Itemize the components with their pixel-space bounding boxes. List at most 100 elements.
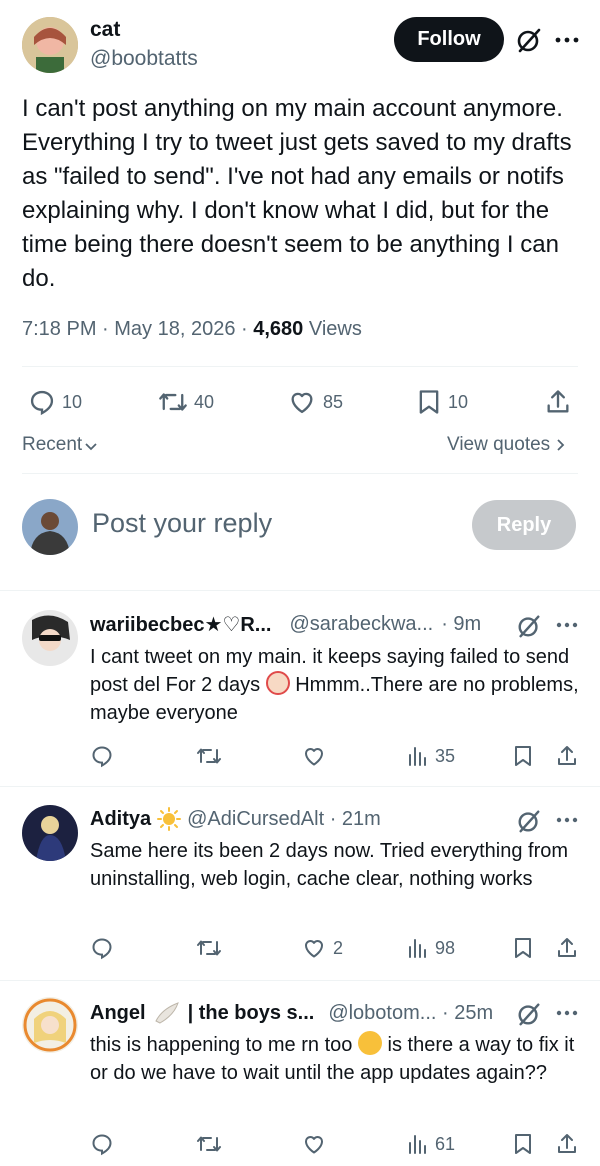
author-name[interactable]: cat [90, 18, 120, 42]
reply-submit-button[interactable]: Reply [472, 500, 576, 550]
reply-button[interactable] [90, 744, 120, 768]
like-stat[interactable]: 85 [287, 388, 343, 416]
reply-header: wariibecbec★♡R... @sarabeckwa... · 9m [90, 612, 481, 637]
like-count: 2 [333, 937, 344, 958]
follow-button[interactable]: Follow [394, 17, 504, 62]
retweet-icon [159, 393, 187, 411]
reply-avatar[interactable] [22, 997, 78, 1053]
grok-icon[interactable] [516, 1001, 542, 1027]
reply-text: this is happening to me rn too is there … [90, 1031, 580, 1087]
reply-text-part: this is happening to me rn too [90, 1034, 358, 1056]
bookmark-stat[interactable]: 10 [416, 388, 468, 416]
reply-author-name[interactable]: Aditya [90, 808, 151, 831]
reply-avatar[interactable] [22, 805, 78, 861]
bookmark-button[interactable] [512, 1132, 540, 1156]
like-button[interactable] [301, 1132, 333, 1156]
retweet-stat[interactable]: 40 [158, 388, 214, 416]
views-icon [409, 747, 426, 766]
tweet-timestamp[interactable]: 7:18 PM · May 18, 2026 · [22, 318, 253, 340]
reply-header: Aditya @AdiCursedAlt · 21m [90, 807, 381, 831]
heart-icon [304, 748, 324, 766]
reply-icon [30, 390, 54, 416]
view-quotes-link[interactable]: View quotes [447, 434, 567, 456]
reply-text: I cant tweet on my main. it keeps saying… [90, 643, 580, 727]
views-count: 61 [435, 1133, 456, 1154]
views-icon [409, 939, 426, 958]
views-button[interactable]: 61 [407, 1133, 455, 1155]
retweet-button[interactable] [196, 936, 228, 960]
reply-button[interactable] [90, 936, 120, 960]
reply-header: Angel | the boys s... @lobotom... · 25m [90, 1001, 493, 1025]
sun-emoji-icon [157, 807, 182, 831]
divider [0, 980, 600, 981]
reply-stat[interactable]: 10 [28, 388, 82, 416]
reply-author-name[interactable]: Angel [90, 1002, 146, 1025]
like-button[interactable] [301, 744, 333, 768]
reply-author-name[interactable]: wariibecbec★♡R... [90, 612, 271, 637]
my-avatar[interactable] [22, 499, 78, 555]
like-button[interactable]: 2 [301, 936, 343, 960]
sort-recent[interactable]: Recent [22, 434, 98, 456]
views-count: 98 [435, 937, 456, 958]
divider [22, 366, 578, 367]
reply-author-handle[interactable]: @sarabeckwa... [289, 613, 433, 636]
heart-icon [291, 392, 313, 414]
author-handle[interactable]: @boobtatts [90, 47, 198, 71]
reply-button[interactable] [90, 1132, 120, 1156]
grok-icon[interactable] [516, 613, 542, 639]
share-button[interactable] [555, 936, 585, 960]
view-quotes-label: View quotes [447, 434, 551, 455]
views-label: Views [303, 318, 362, 340]
bookmark-button[interactable] [512, 744, 540, 768]
views-button[interactable]: 35 [407, 745, 455, 767]
retweet-icon [197, 1136, 221, 1152]
grok-icon[interactable] [515, 26, 543, 54]
reply-icon [92, 1134, 112, 1156]
reply-author-handle[interactable]: @lobotom... · 25m [328, 1002, 493, 1025]
clown-emoji-icon [265, 671, 290, 695]
reply-input[interactable]: Post your reply [92, 508, 272, 539]
more-icon[interactable] [556, 817, 578, 823]
bookmark-button[interactable] [512, 936, 540, 960]
more-icon[interactable] [556, 622, 578, 628]
bookmark-count: 10 [448, 391, 469, 412]
chevron-right-icon [557, 439, 565, 451]
divider [0, 590, 600, 591]
views-icon [409, 1135, 426, 1154]
reply-avatar[interactable] [22, 610, 78, 666]
chevron-down-icon [85, 443, 97, 451]
more-icon[interactable] [556, 1010, 578, 1016]
sort-recent-label: Recent [22, 434, 83, 455]
divider [0, 786, 600, 787]
worried-emoji-icon [357, 1031, 382, 1055]
reply-author-handle[interactable]: @AdiCursedAlt · 21m [187, 808, 381, 831]
heart-icon [304, 940, 324, 958]
reply-time[interactable]: · 9m [441, 613, 481, 636]
share-icon[interactable] [544, 388, 572, 416]
more-icon[interactable] [555, 37, 579, 43]
views-count: 35 [435, 745, 456, 766]
grok-icon[interactable] [516, 808, 542, 834]
wing-emoji-icon [154, 1001, 180, 1025]
share-icon [558, 746, 576, 765]
share-button[interactable] [555, 744, 585, 768]
reply-icon [92, 746, 112, 768]
retweet-button[interactable] [196, 744, 228, 768]
tweet-text: I can't post anything on my main account… [22, 95, 572, 292]
tweet-meta: 7:18 PM · May 18, 2026 · 4,680 Views [22, 318, 362, 341]
bookmark-icon [419, 390, 439, 414]
bookmark-icon [515, 938, 531, 958]
like-count: 85 [323, 391, 344, 412]
bookmark-icon [515, 746, 531, 766]
reply-author-name-suffix[interactable]: | the boys s... [188, 1002, 315, 1025]
bookmark-icon [515, 1134, 531, 1154]
retweet-icon [197, 940, 221, 956]
divider [22, 473, 578, 474]
views-button[interactable]: 98 [407, 937, 455, 959]
retweet-button[interactable] [196, 1132, 228, 1156]
heart-icon [304, 1136, 324, 1154]
reply-count: 10 [62, 391, 83, 412]
retweet-icon [197, 748, 221, 764]
author-avatar[interactable] [22, 17, 78, 73]
share-button[interactable] [555, 1132, 585, 1156]
